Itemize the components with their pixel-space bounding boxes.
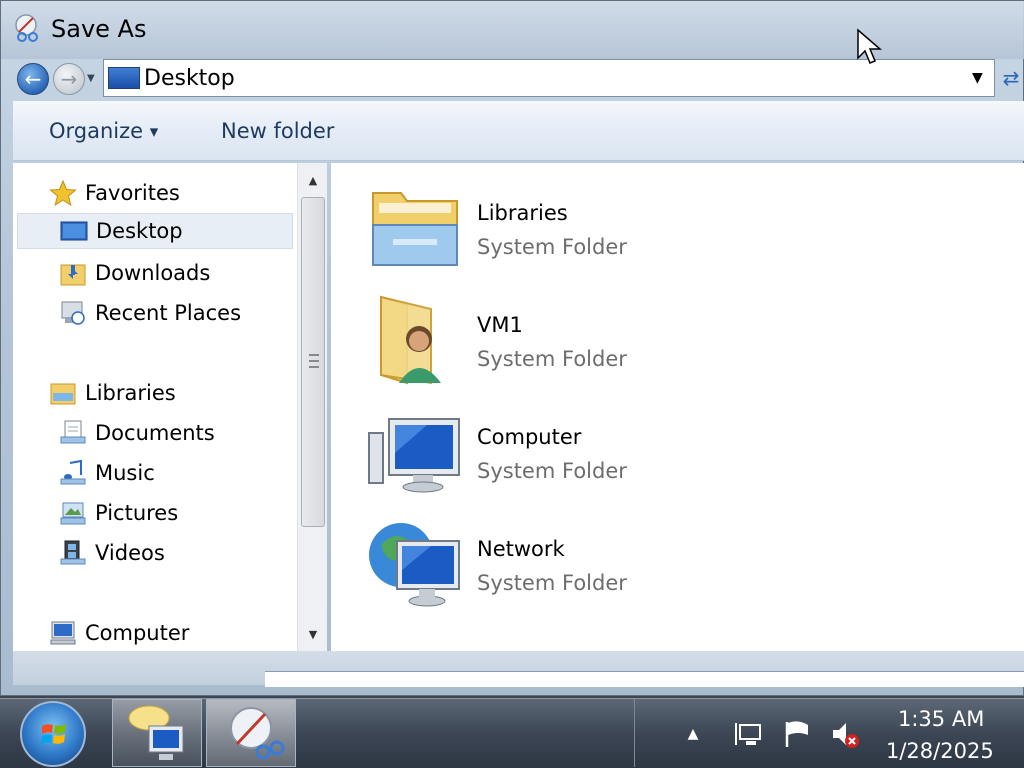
taskbar-scroll[interactable]	[634, 699, 662, 767]
list-item[interactable]: Network System Folder	[367, 515, 767, 615]
computer-icon	[50, 621, 76, 645]
network-icon	[369, 523, 460, 607]
new-folder-button[interactable]: New folder	[221, 119, 334, 143]
nav-item-label: Computer	[85, 621, 190, 645]
scroll-down-arrow-icon[interactable]: ▼	[298, 619, 328, 649]
libraries-folder-icon	[372, 192, 458, 266]
desktop-icon	[108, 67, 140, 89]
clock-time[interactable]: 1:35 AM	[898, 707, 984, 731]
taskbar: ▲ 1:35 AM 1/28/2025	[0, 698, 1024, 768]
item-type: System Folder	[477, 459, 627, 483]
start-button[interactable]	[20, 701, 86, 767]
save-as-dialog: Save As ← → ▼ Desktop ▼ ⇄ Organize ▼ New…	[0, 0, 1024, 696]
nav-item-label: Downloads	[95, 261, 211, 285]
chevron-up-icon: ▲	[687, 726, 699, 742]
nav-item-documents[interactable]: Documents	[59, 415, 289, 451]
file-name-field[interactable]	[265, 671, 1024, 687]
nav-item-label: Videos	[95, 541, 165, 565]
scrollbar-thumb[interactable]	[301, 197, 325, 527]
action-center-tray-icon[interactable]	[782, 719, 812, 749]
snipping-tool-icon	[15, 14, 38, 42]
address-location: Desktop	[144, 66, 235, 91]
star-icon	[49, 179, 77, 207]
item-name: Network	[477, 537, 565, 561]
network-tray-icon[interactable]	[734, 719, 764, 749]
scroll-up-arrow-icon[interactable]: ▲	[298, 165, 328, 195]
window-title: Save As	[51, 15, 147, 43]
nav-item-desktop[interactable]: Desktop	[17, 213, 293, 249]
music-icon	[60, 459, 86, 485]
downloads-icon	[60, 264, 86, 286]
nav-item-label: Desktop	[96, 219, 183, 243]
list-item[interactable]: VM1 System Folder	[367, 291, 767, 391]
clock-date[interactable]: 1/28/2025	[886, 739, 994, 763]
recent-pages-dropdown[interactable]: ▼	[87, 73, 99, 85]
network-status-icon	[735, 723, 761, 745]
libraries-icon	[50, 383, 76, 405]
user-folder-icon	[380, 295, 441, 385]
item-type: System Folder	[477, 347, 627, 371]
computer-icon	[368, 418, 460, 493]
navigation-scrollbar[interactable]: ▲ ▼	[297, 163, 327, 651]
list-item[interactable]: Computer System Folder	[367, 403, 767, 503]
taskbar-snipping-tool-button[interactable]	[206, 699, 296, 767]
arrow-left-icon: ←	[24, 67, 42, 91]
organize-label: Organize	[49, 119, 144, 143]
flag-icon	[785, 721, 808, 747]
organize-button[interactable]: Organize ▼	[49, 119, 158, 143]
show-hidden-icons-button[interactable]: ▲	[678, 719, 708, 749]
nav-item-libraries[interactable]: Libraries	[49, 375, 289, 411]
back-button[interactable]: ←	[17, 63, 49, 95]
list-item[interactable]: Libraries System Folder	[367, 179, 767, 279]
navigation-pane: Favorites Desktop Downloads Recent Place…	[13, 163, 297, 651]
pictures-icon	[60, 502, 86, 525]
taskbar-remote-desktop-button[interactable]	[112, 699, 202, 767]
forward-button[interactable]: →	[53, 63, 85, 95]
nav-item-downloads[interactable]: Downloads	[59, 255, 289, 291]
nav-item-label: Libraries	[85, 381, 176, 405]
desktop-icon	[60, 221, 88, 241]
nav-item-label: Documents	[95, 421, 215, 445]
nav-item-label: Pictures	[95, 501, 179, 525]
volume-muted-icon	[833, 723, 859, 748]
file-list: Libraries System Folder VM1 System Folde…	[331, 163, 1024, 651]
windows-logo-icon	[41, 724, 66, 744]
videos-icon	[60, 540, 86, 565]
snipping-tool-icon	[230, 707, 285, 760]
volume-tray-icon[interactable]	[830, 719, 860, 749]
command-bar: Organize ▼ New folder	[13, 101, 1024, 161]
nav-item-pictures[interactable]: Pictures	[59, 495, 289, 531]
recent-places-icon	[61, 301, 85, 325]
remote-desktop-icon	[128, 705, 184, 760]
nav-item-label: Music	[95, 461, 155, 485]
nav-item-computer[interactable]: Computer	[49, 615, 289, 651]
item-name: Libraries	[477, 201, 568, 225]
item-type: System Folder	[477, 571, 627, 595]
chevron-down-icon: ▼	[149, 125, 159, 139]
mouse-cursor-icon	[857, 28, 882, 64]
chevron-down-icon[interactable]: ▼	[972, 70, 983, 86]
item-name: Computer	[477, 425, 582, 449]
nav-item-label: Favorites	[85, 181, 180, 205]
nav-item-music[interactable]: Music	[59, 455, 289, 491]
item-type: System Folder	[477, 235, 627, 259]
arrow-right-icon: →	[60, 67, 78, 91]
refresh-icon: ⇄	[1002, 66, 1020, 90]
nav-item-recent-places[interactable]: Recent Places	[59, 295, 289, 331]
grip-icon	[309, 354, 319, 368]
nav-item-videos[interactable]: Videos	[59, 535, 289, 571]
nav-item-label: Recent Places	[95, 301, 242, 325]
refresh-button[interactable]: ⇄	[999, 63, 1023, 93]
documents-icon	[60, 420, 86, 444]
nav-item-favorites[interactable]: Favorites	[49, 175, 289, 211]
item-name: VM1	[477, 313, 523, 337]
